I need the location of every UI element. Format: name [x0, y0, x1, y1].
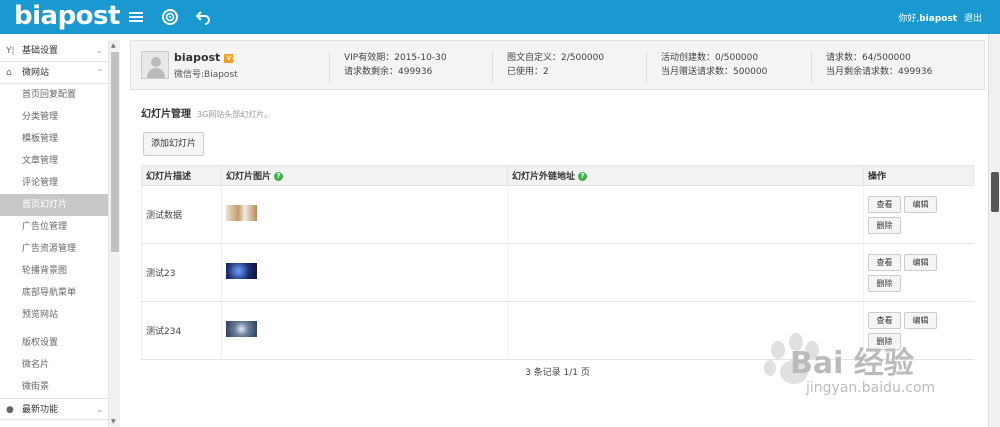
sidebar-item-template[interactable]: 模板管理 [0, 128, 119, 150]
stat-requests: 请求数：64/500000 当月剩余请求数：499936 [811, 51, 932, 83]
page-scroll-thumb[interactable] [991, 172, 999, 212]
sidebar-item-category[interactable]: 分类管理 [0, 106, 119, 128]
edit-button[interactable]: 编辑 [904, 195, 937, 213]
wrench-icon: Y¦ [6, 46, 15, 56]
wechat-id: 微信号:Biapost [174, 70, 238, 80]
chevron-down-icon: ⌄ [96, 46, 103, 55]
sidebar: Y¦ 基础设置 ⌄ ⌂ 微网站 ⌃ 首页回复配置 分类管理 模板管理 文章管理 … [0, 40, 120, 427]
sidebar-item-home-reply[interactable]: 首页回复配置 [0, 84, 119, 106]
view-button[interactable]: 查看 [868, 253, 901, 271]
slide-desc: 测试数据 [141, 185, 222, 244]
chevron-down-icon: ⌄ [96, 405, 103, 414]
top-bar: biapost 你好,biapost 退出 [0, 0, 1000, 34]
watermark-url: jingyan.baidu.com [806, 380, 936, 396]
page-scrollbar[interactable] [988, 34, 1000, 427]
slide-thumbnail[interactable] [226, 263, 257, 279]
vip-badge-icon: V [224, 53, 234, 63]
sidebar-item-comments[interactable]: 评论管理 [0, 172, 119, 194]
slide-link [507, 185, 864, 244]
stat-articles: 图文自定义：2/500000 已使用：2 [492, 51, 604, 83]
sidebar-group-label: 微网站 [22, 68, 50, 78]
sidebar-item-preview-site[interactable]: 预览网站 [0, 304, 119, 326]
help-icon[interactable]: ? [274, 172, 284, 181]
sidebar-item-ad-slots[interactable]: 广告位管理 [0, 216, 119, 238]
sidebar-item-business-card[interactable]: 微名片 [0, 354, 119, 376]
view-button[interactable]: 查看 [868, 195, 901, 213]
col-header-desc: 幻灯片描述 [141, 165, 222, 186]
target-icon[interactable] [161, 8, 179, 26]
sidebar-item-home-slides[interactable]: 首页幻灯片 [0, 194, 119, 216]
sidebar-item-street-view[interactable]: 微街景 [0, 376, 119, 398]
sidebar-item-carousel-bg[interactable]: 轮播背景图 [0, 260, 119, 282]
sidebar-scroll-thumb[interactable] [111, 52, 119, 252]
scroll-down-icon[interactable]: ▼ [111, 418, 116, 425]
sidebar-item-bottom-nav[interactable]: 底部导航菜单 [0, 282, 119, 304]
slide-link [507, 243, 864, 302]
stat-vip: VIP有效期：2015-10-30 请求数剩余：499936 [329, 51, 447, 83]
sidebar-item-articles[interactable]: 文章管理 [0, 150, 119, 172]
section-subtitle: 3G网站头部幻灯片。 [197, 110, 273, 119]
sidebar-group-basic-settings[interactable]: Y¦ 基础设置 ⌄ [0, 40, 119, 62]
home-icon: ⌂ [6, 68, 12, 78]
col-header-image: 幻灯片图片? [221, 165, 508, 186]
chevron-up-icon: ⌃ [96, 68, 103, 77]
avatar [141, 51, 169, 79]
username[interactable]: biapost [919, 14, 957, 24]
col-header-link: 幻灯片外链地址? [507, 165, 864, 186]
section-title: 幻灯片管理 3G网站头部幻灯片。 [141, 109, 273, 120]
slide-thumbnail[interactable] [226, 205, 257, 221]
slide-desc: 测试234 [141, 301, 222, 360]
table-row: 测试数据 查看 编辑 删除 [141, 185, 974, 244]
delete-button[interactable]: 删除 [868, 274, 901, 292]
location-icon: ● [6, 405, 14, 415]
slide-desc: 测试23 [141, 243, 222, 302]
sidebar-group-new-features[interactable]: ● 最新功能 ⌄ [0, 398, 119, 420]
edit-button[interactable]: 编辑 [904, 253, 937, 271]
scroll-up-icon[interactable]: ▲ [111, 42, 116, 49]
sidebar-item-copyright[interactable]: 版权设置 [0, 332, 119, 354]
app-logo[interactable]: biapost [14, 1, 120, 31]
help-icon[interactable]: ? [578, 172, 588, 181]
greeting: 你好, [898, 14, 920, 24]
watermark-brand: Bai 经验 [790, 346, 914, 381]
menu-icon[interactable] [127, 8, 145, 26]
user-area: 你好,biapost 退出 [894, 11, 982, 24]
add-slide-button[interactable]: 添加幻灯片 [143, 132, 204, 156]
back-arrow-icon[interactable] [194, 8, 212, 26]
stat-activities: 活动创建数：0/500000 当月赠送请求数：500000 [646, 51, 767, 83]
slide-thumbnail[interactable] [226, 321, 257, 337]
delete-button[interactable]: 删除 [868, 216, 901, 234]
sidebar-group-label: 基础设置 [22, 46, 59, 56]
sidebar-item-ad-resources[interactable]: 广告资源管理 [0, 238, 119, 260]
col-header-actions: 操作 [863, 165, 974, 186]
logout-link[interactable]: 退出 [964, 14, 982, 24]
table-row: 测试23 查看 编辑 删除 [141, 243, 974, 302]
account-name: biapost V [174, 51, 234, 64]
sidebar-scrollbar[interactable]: ▲ ▼ [108, 40, 120, 427]
account-info-bar: biapost V 微信号:Biapost VIP有效期：2015-10-30 请求… [130, 40, 985, 90]
sidebar-group-label: 最新功能 [22, 405, 59, 415]
sidebar-group-microsite[interactable]: ⌂ 微网站 ⌃ [0, 62, 119, 84]
